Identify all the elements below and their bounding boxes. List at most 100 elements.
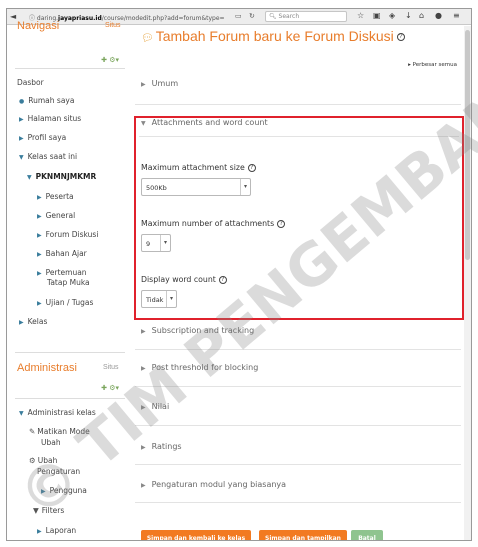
filter-icon: ▼ bbox=[33, 506, 39, 515]
max-size-select[interactable]: 500Kb ▾ bbox=[141, 178, 251, 196]
pencil-icon: ✎ bbox=[29, 427, 36, 436]
search-input[interactable]: 🔍︎ Search bbox=[265, 11, 347, 22]
nav-item-kelas-saat-ini[interactable]: ▼ Kelas saat ini bbox=[19, 152, 77, 163]
left-sidebar: Navigasi Situs ✚ ⚙▾ Dasbor ● Rumah saya ▶… bbox=[7, 20, 127, 540]
max-num-select[interactable]: 9 ▾ bbox=[141, 234, 171, 252]
pocket-icon[interactable]: ◈ bbox=[389, 11, 395, 20]
nav-item-ujian-tugas[interactable]: ▶ Ujian / Tugas bbox=[37, 298, 93, 309]
save-return-button[interactable]: Simpan dan kembali ke kelas bbox=[141, 530, 251, 540]
nav-item-matikan-mode[interactable]: ✎ Matikan Mode bbox=[29, 427, 90, 437]
divider bbox=[15, 352, 125, 353]
help-icon[interactable]: ? bbox=[396, 33, 405, 42]
divider bbox=[135, 464, 461, 465]
chevron-down-icon: ▾ bbox=[166, 291, 176, 307]
section-subscription[interactable]: ▶ Subscription and tracking bbox=[141, 326, 457, 335]
section-ratings[interactable]: ▶ Ratings bbox=[141, 442, 457, 451]
nav-item-ubah[interactable]: Ubah bbox=[41, 438, 61, 448]
chevron-right-icon: ▶ bbox=[19, 319, 24, 326]
gear-icon: ⚙ bbox=[29, 456, 36, 465]
section-umum[interactable]: ▶ Umum bbox=[141, 79, 457, 88]
chevron-right-icon: ▶ bbox=[41, 488, 46, 495]
chevron-right-icon: ▶ bbox=[19, 116, 24, 123]
reload-icon[interactable]: ↻ bbox=[249, 12, 255, 20]
section-nilai[interactable]: ▶ Nilai bbox=[141, 402, 457, 411]
chevron-down-icon: ▼ bbox=[19, 154, 24, 161]
nav-item-halaman-situs[interactable]: ▶ Halaman situs bbox=[19, 114, 81, 125]
section-attachments[interactable]: ▼ Attachments and word count bbox=[141, 118, 457, 127]
divider bbox=[15, 68, 125, 69]
bullet-icon: ● bbox=[19, 98, 25, 105]
block-controls-icon[interactable]: ✚ ⚙▾ bbox=[101, 56, 119, 64]
back-icon[interactable]: ◄ bbox=[10, 12, 16, 21]
nav-item-kelas[interactable]: ▶ Kelas bbox=[19, 317, 47, 328]
section-post-threshold[interactable]: ▶ Post threshold for blocking bbox=[141, 363, 457, 372]
chevron-right-icon: ▶ bbox=[141, 81, 146, 88]
reader-icon[interactable]: ▭ bbox=[235, 12, 242, 20]
nav-item-general[interactable]: ▶ General bbox=[37, 211, 75, 222]
nav-item-laporan[interactable]: ▶ Laporan bbox=[37, 526, 76, 537]
forum-icon: 💬︎ bbox=[141, 33, 154, 44]
chevron-right-icon: ▶ bbox=[37, 251, 42, 258]
divider bbox=[135, 425, 461, 426]
browser-toolbar: ◄ ⓘ daring.jayapriasu.id/course/modedit.… bbox=[7, 9, 471, 25]
chevron-right-icon: ▶ bbox=[37, 232, 42, 239]
nav-item-peserta[interactable]: ▶ Peserta bbox=[37, 192, 74, 203]
help-icon[interactable]: ? bbox=[247, 164, 256, 172]
administrasi-title: Administrasi bbox=[17, 362, 77, 374]
chevron-right-icon: ▶ bbox=[141, 328, 146, 335]
cancel-button[interactable]: Batal bbox=[351, 530, 383, 540]
section-modul[interactable]: ▶ Pengaturan modul yang biasanya bbox=[141, 480, 457, 489]
divider bbox=[135, 349, 461, 350]
home-icon[interactable]: ⌂ bbox=[419, 11, 424, 20]
navigasi-title: Navigasi bbox=[17, 20, 60, 32]
nav-item-rumah-saya[interactable]: ● Rumah saya bbox=[19, 96, 74, 107]
chevron-right-icon: ▶ bbox=[141, 365, 146, 372]
word-count-label: Display word count? bbox=[141, 275, 227, 284]
scrollbar[interactable] bbox=[464, 26, 471, 540]
nav-item-pengguna[interactable]: ▶ Pengguna bbox=[41, 486, 87, 497]
nav-item-dasbor[interactable]: Dasbor bbox=[17, 78, 44, 88]
nav-item-forum-diskusi[interactable]: ▶ Forum Diskusi bbox=[37, 230, 98, 241]
divider bbox=[135, 502, 461, 503]
attachments-highlight-box bbox=[134, 116, 464, 320]
chevron-right-icon: ▶ bbox=[19, 135, 24, 142]
expand-all-link[interactable]: ▸ Perbesar semua bbox=[408, 62, 457, 68]
chevron-down-icon: ▼ bbox=[27, 174, 32, 181]
library-icon[interactable]: ▣ bbox=[373, 11, 381, 20]
download-icon[interactable]: ↓ bbox=[405, 11, 412, 20]
chevron-down-icon: ▼ bbox=[141, 120, 146, 127]
nav-item-pengaturan[interactable]: Pengaturan bbox=[37, 467, 80, 477]
save-display-button[interactable]: Simpan dan tampilkan bbox=[259, 530, 347, 540]
max-num-label: Maximum number of attachments? bbox=[141, 219, 286, 228]
nav-item-course[interactable]: ▼ PKNMNJMKMR bbox=[27, 172, 96, 183]
divider bbox=[135, 104, 461, 105]
chevron-right-icon: ▶ bbox=[37, 270, 42, 277]
word-count-select[interactable]: Tidak ▾ bbox=[141, 290, 177, 308]
chevron-right-icon: ▶ bbox=[141, 404, 146, 411]
browser-window: ◄ ⓘ daring.jayapriasu.id/course/modedit.… bbox=[6, 8, 472, 541]
nav-item-ubah-pengaturan[interactable]: ⚙ Ubah bbox=[29, 456, 57, 466]
divider bbox=[15, 398, 125, 399]
chevron-down-icon: ▼ bbox=[19, 410, 24, 417]
chevron-right-icon: ▶ bbox=[37, 213, 42, 220]
help-icon[interactable]: ? bbox=[277, 220, 286, 228]
chevron-right-icon: ▶ bbox=[141, 482, 146, 489]
page-title: 💬︎ Tambah Forum baru ke Forum Diskusi? bbox=[141, 28, 405, 44]
nav-item-profil-saya[interactable]: ▶ Profil saya bbox=[19, 133, 66, 144]
scrollbar-thumb[interactable] bbox=[465, 30, 470, 260]
administrasi-short: Situs bbox=[103, 364, 119, 371]
main-content: 💬︎ Tambah Forum baru ke Forum Diskusi? ▸ … bbox=[131, 26, 471, 540]
help-icon[interactable]: ? bbox=[218, 276, 227, 284]
divider bbox=[139, 136, 459, 137]
block-controls-icon[interactable]: ✚ ⚙▾ bbox=[101, 384, 119, 392]
nav-item-tatap-muka[interactable]: Tatap Muka bbox=[47, 278, 90, 288]
nav-item-bahan-ajar[interactable]: ▶ Bahan Ajar bbox=[37, 249, 87, 260]
nav-item-filters[interactable]: ▼ Filters bbox=[33, 506, 64, 516]
nav-item-administrasi-kelas[interactable]: ▼ Administrasi kelas bbox=[19, 408, 96, 419]
addon-icon[interactable]: ● bbox=[435, 11, 442, 20]
chevron-right-icon: ▶ bbox=[37, 194, 42, 201]
bookmark-star-icon[interactable]: ☆ bbox=[357, 11, 364, 20]
chevron-right-icon: ▶ bbox=[37, 528, 42, 535]
menu-icon[interactable]: ≡ bbox=[453, 11, 460, 20]
divider bbox=[135, 386, 461, 387]
